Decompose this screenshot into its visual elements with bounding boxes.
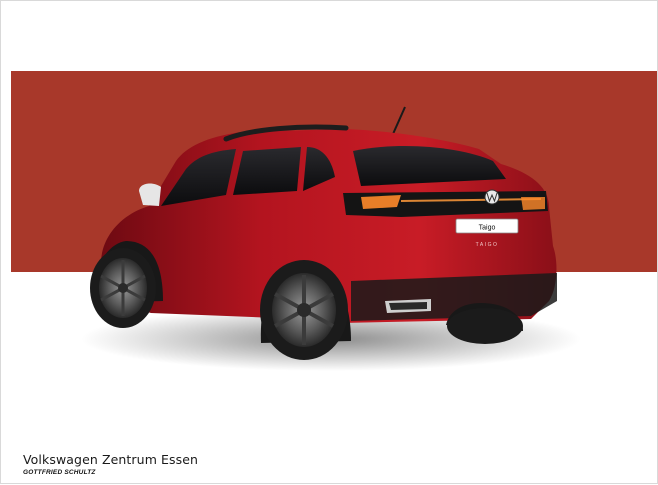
model-lettering: TAIGO (476, 242, 499, 248)
listing-image-frame: Taigo TAIGO Volkswagen Zentrum Essen GOT… (0, 0, 658, 484)
vehicle-image[interactable]: Taigo TAIGO (1, 1, 658, 485)
dealer-subtitle: GOTTFRIED SCHULTZ (23, 469, 96, 476)
dealer-caption: Volkswagen Zentrum Essen GOTTFRIED SCHUL… (23, 452, 198, 476)
dealer-name: Volkswagen Zentrum Essen (23, 452, 199, 467)
model-badge-plate: Taigo (479, 225, 496, 232)
